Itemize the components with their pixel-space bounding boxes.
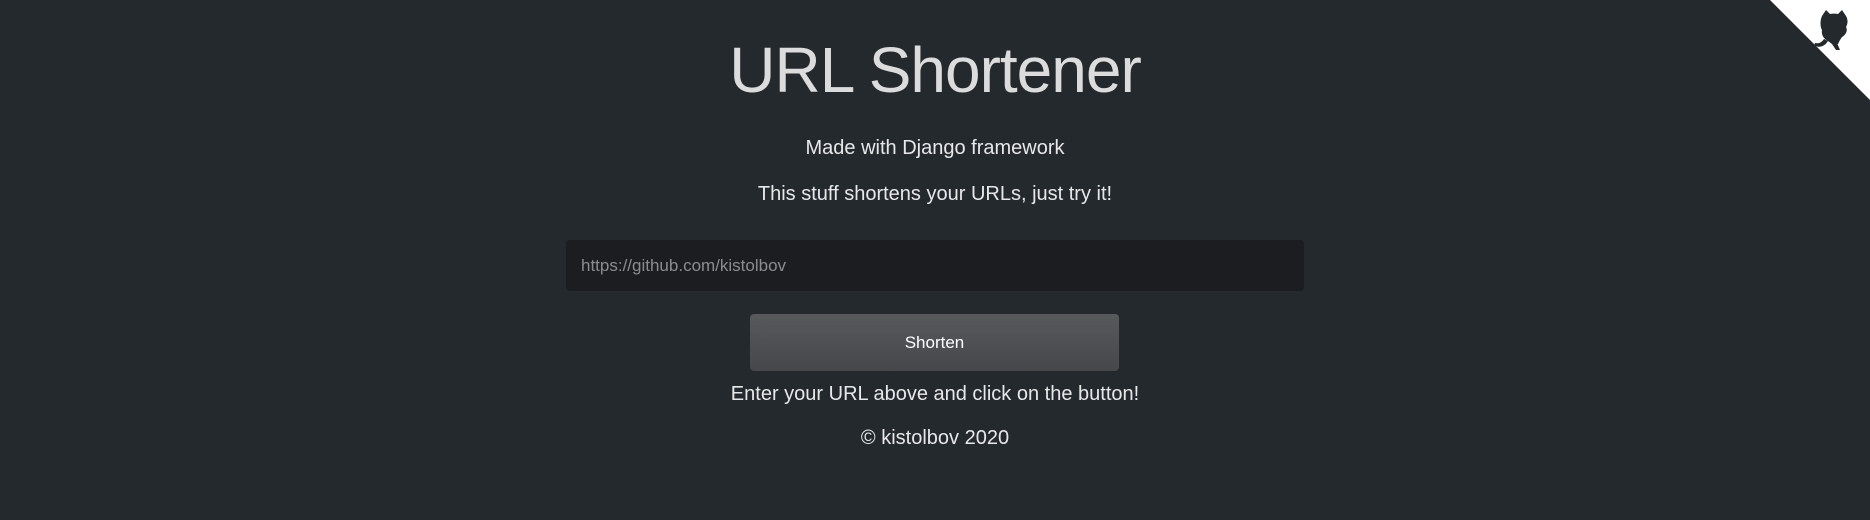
- url-input[interactable]: [566, 240, 1304, 291]
- hint-text: Enter your URL above and click on the bu…: [730, 383, 1140, 405]
- page-title: URL Shortener: [729, 34, 1142, 106]
- shorten-button[interactable]: Shorten: [750, 314, 1119, 371]
- copyright-text: © kistolbov 2020: [860, 427, 1010, 449]
- page-container: URL Shortener Made with Django framework…: [0, 0, 1870, 520]
- github-corner-link[interactable]: [1770, 0, 1870, 100]
- subtitle-text: Made with Django framework: [805, 137, 1065, 159]
- github-corner-icon: [1770, 0, 1870, 100]
- description-text: This stuff shortens your URLs, just try …: [757, 183, 1113, 205]
